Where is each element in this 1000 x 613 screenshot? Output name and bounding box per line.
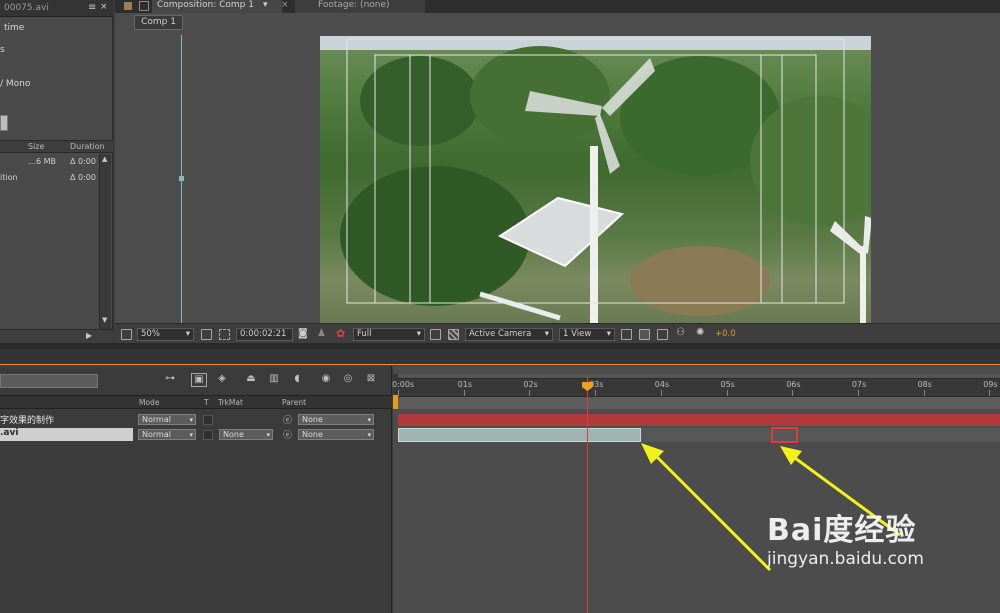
baidu-logo: Bai度经验 [767, 513, 917, 548]
baidu-watermark: Bai度经验 jingyan.baidu.com [767, 505, 924, 569]
annotation-arrow [653, 453, 772, 572]
watermark-url: jingyan.baidu.com [767, 549, 924, 569]
